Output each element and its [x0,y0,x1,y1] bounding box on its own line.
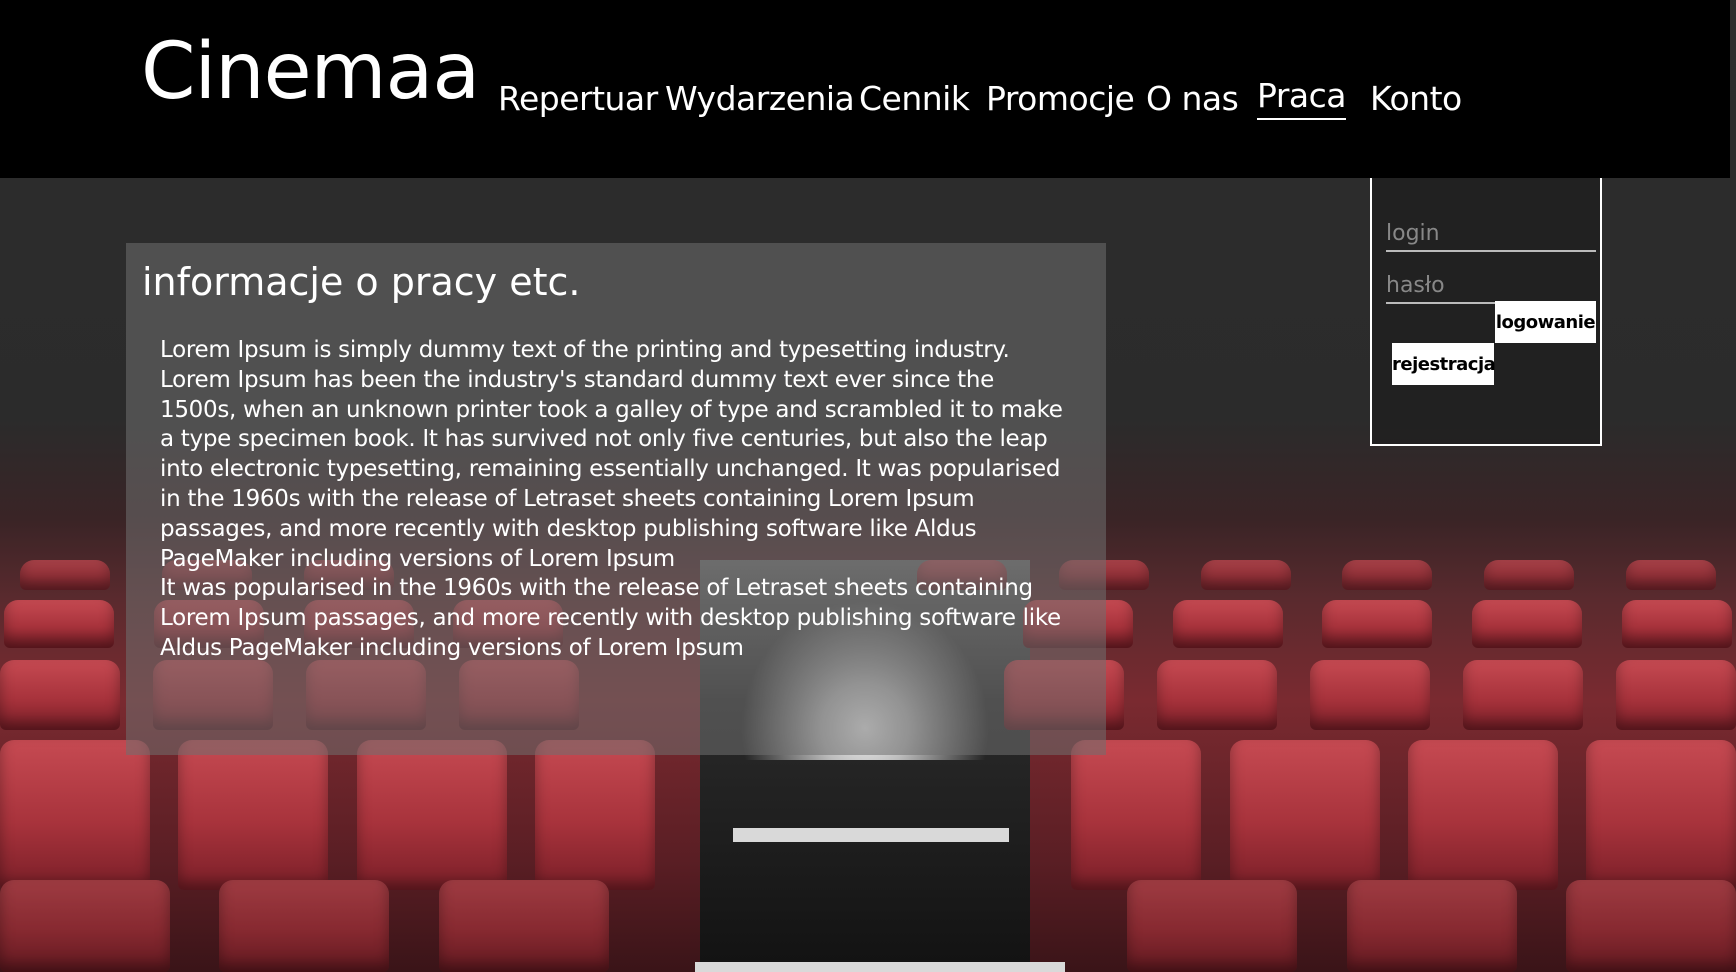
register-button[interactable]: rejestracja [1392,343,1496,385]
top-navigation-bar: Cinemaa Repertuar Wydarzenia Cennik Prom… [0,0,1730,178]
nav-o-nas[interactable]: O nas [1146,74,1239,124]
site-logo[interactable]: Cinemaa [141,22,480,122]
paragraph: It was popularised in the 1960s with the… [160,575,1061,661]
login-box: logowanie rejestracja [1370,178,1602,446]
seat-row [0,880,1736,972]
nav-praca[interactable]: Praca [1257,74,1346,120]
nav-wydarzenia[interactable]: Wydarzenia [665,74,855,124]
nav-konto[interactable]: Konto [1370,74,1462,124]
page-title: informacje o pracy etc. [142,260,581,304]
job-info-text: Lorem Ipsum is simply dummy text of the … [160,336,1072,664]
seat-row [0,740,1736,890]
login-input[interactable] [1386,216,1596,252]
paragraph: Lorem Ipsum is simply dummy text of the … [160,337,1063,572]
nav-cennik[interactable]: Cennik [859,74,970,124]
nav-repertuar[interactable]: Repertuar [498,74,658,124]
password-input[interactable] [1386,268,1596,304]
login-button[interactable]: logowanie [1495,301,1596,343]
job-info-panel: informacje o pracy etc. Lorem Ipsum is s… [126,243,1106,755]
nav-promocje[interactable]: Promocje [986,74,1135,124]
